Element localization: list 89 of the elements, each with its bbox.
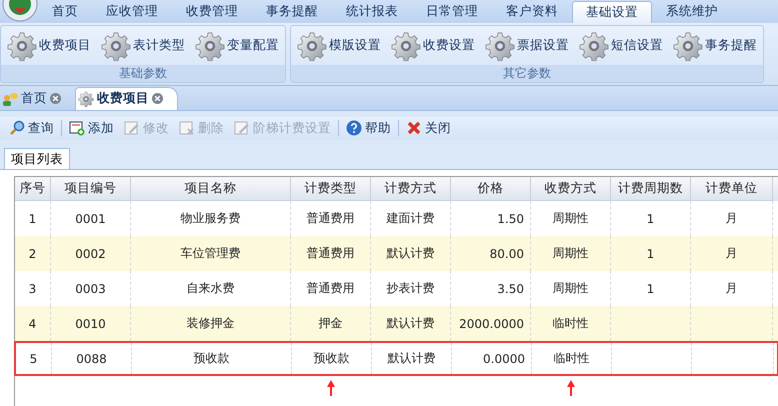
- table-cell: 2000.0000: [459, 316, 524, 331]
- table-cell: 自来水费: [186, 280, 234, 298]
- ribbon-button[interactable]: 事务提醒: [671, 30, 759, 61]
- edit-icon: [124, 120, 140, 136]
- table-cell: 0.0000: [483, 352, 525, 366]
- table-row[interactable]: 5 0088 预收款 预收款 默认计费 0.0000 临时性: [14, 341, 778, 376]
- users-icon: [2, 90, 18, 107]
- gear-icon: [7, 30, 37, 61]
- table-cell: 抄表计费: [386, 280, 434, 298]
- help-icon: [346, 120, 362, 136]
- panel-tab[interactable]: 项目列表: [4, 148, 70, 170]
- table-cell: 4: [28, 316, 36, 331]
- table-cell: 1: [646, 246, 654, 261]
- table-cell: 装修押金: [186, 315, 234, 332]
- table-cell: 默认计费: [386, 245, 434, 262]
- table-cell: 物业服务费: [180, 210, 240, 228]
- gear-icon: [195, 30, 225, 61]
- gear-icon: [78, 90, 94, 107]
- table-cell: 0010: [75, 316, 106, 331]
- menu-tab[interactable]: 首页: [38, 0, 92, 24]
- table-cell: 1: [28, 212, 36, 226]
- table-cell: 1: [646, 212, 654, 226]
- close-icon[interactable]: [152, 93, 163, 104]
- ribbon-button[interactable]: 票据设置: [483, 30, 571, 61]
- ribbon-button[interactable]: 收费项目: [5, 30, 93, 61]
- table-cell: 0003: [75, 282, 106, 296]
- table-row[interactable]: 2 0002 车位管理费 普通费用 默认计费 80.00 周期性 1 月: [15, 236, 778, 272]
- table-cell: 默认计费: [388, 350, 436, 368]
- add-icon: [69, 120, 85, 136]
- close-icon[interactable]: [50, 93, 61, 104]
- menu-tab[interactable]: 事务提醒: [252, 0, 332, 24]
- table-cell: 押金: [318, 315, 342, 332]
- table-cell: 临时性: [552, 315, 588, 332]
- delete-icon: [179, 120, 195, 136]
- menu-tab[interactable]: 基础设置: [572, 1, 652, 24]
- table-cell: 普通费用: [306, 245, 354, 262]
- gear-icon: [101, 30, 131, 61]
- group-title: 基础参数: [1, 65, 285, 82]
- table-cell: 建面计费: [386, 210, 434, 228]
- gear-icon: [391, 30, 421, 61]
- table-cell: 5: [30, 352, 38, 366]
- toolbar-button[interactable]: 关闭: [403, 120, 454, 137]
- table-cell: 临时性: [554, 350, 590, 368]
- table-row[interactable]: 4 0010 装修押金 押金 默认计费 2000.0000 临时性: [15, 306, 778, 342]
- table-cell: 0088: [76, 352, 107, 366]
- menu-tab[interactable]: 统计报表: [332, 0, 412, 24]
- table-cell: 预收款: [314, 350, 350, 368]
- table-cell: 1: [646, 282, 654, 296]
- ribbon-button[interactable]: 模版设置: [295, 30, 383, 61]
- ribbon-button[interactable]: 变量配置: [193, 30, 281, 61]
- gear-icon: [579, 30, 609, 61]
- close-icon: [406, 120, 422, 136]
- table-cell: 普通费用: [306, 280, 354, 298]
- ribbon-button[interactable]: 表计类型: [99, 30, 187, 61]
- table-cell: 0001: [75, 212, 106, 226]
- table-cell: 0002: [75, 246, 106, 261]
- group-title: 其它参数: [291, 65, 763, 82]
- gear-icon: [297, 30, 327, 61]
- ribbon-button[interactable]: 短信设置: [577, 30, 665, 61]
- table-cell: 3.50: [497, 282, 524, 296]
- table-cell: 普通费用: [306, 210, 354, 228]
- table-cell: 3: [28, 282, 36, 296]
- ribbon-button[interactable]: 收费设置: [389, 30, 477, 61]
- document-tab[interactable]: 首页: [0, 88, 75, 110]
- toolbar-button[interactable]: 添加: [66, 120, 117, 137]
- gear-icon: [673, 30, 703, 61]
- edit-icon: [234, 120, 250, 136]
- table-cell: 80.00: [490, 246, 524, 261]
- toolbar-button[interactable]: 帮助: [343, 120, 394, 137]
- table-cell: 周期性: [552, 210, 588, 228]
- table-cell: 1.50: [497, 212, 524, 226]
- table-cell: 车位管理费: [180, 245, 240, 262]
- table-cell: 周期性: [552, 280, 588, 298]
- menu-tab[interactable]: 系统维护: [652, 0, 732, 24]
- table-cell: 预收款: [194, 350, 230, 368]
- table-cell: 周期性: [552, 245, 588, 262]
- table-cell: 月: [726, 280, 738, 298]
- table-cell: 月: [726, 210, 738, 228]
- gear-icon: [485, 30, 515, 61]
- search-icon: [9, 120, 25, 136]
- document-tab[interactable]: 收费项目: [75, 86, 178, 110]
- table-cell: 2: [28, 246, 36, 261]
- table-cell: 默认计费: [386, 315, 434, 332]
- menu-tab[interactable]: 客户资料: [492, 0, 572, 24]
- table-cell: 月: [726, 245, 738, 262]
- menu-tab[interactable]: 日常管理: [412, 0, 492, 24]
- toolbar-button[interactable]: 查询: [6, 120, 57, 137]
- menu-tab[interactable]: 收费管理: [172, 0, 252, 24]
- menu-tab[interactable]: 应收管理: [92, 0, 172, 24]
